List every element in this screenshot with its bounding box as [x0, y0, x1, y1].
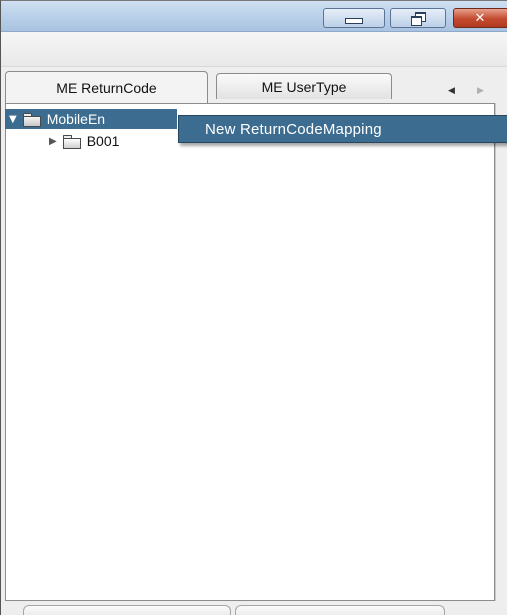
folder-open-icon: [22, 113, 41, 127]
menu-item-new-returncodemapping[interactable]: New ReturnCodeMapping: [179, 121, 382, 138]
tree-node-b001[interactable]: ▶ B001: [49, 131, 189, 151]
title-bar[interactable]: ✕: [1, 1, 507, 32]
minimize-icon: [345, 18, 363, 24]
tab-me-returncode[interactable]: ME ReturnCode: [5, 71, 208, 103]
context-menu: New ReturnCodeMapping: [178, 115, 507, 143]
close-icon: ✕: [474, 10, 486, 26]
tree-node-root[interactable]: ▼ MobileEn: [5, 109, 177, 129]
close-button[interactable]: ✕: [453, 8, 507, 28]
tab-label: ME ReturnCode: [56, 79, 157, 96]
tab-scroll-left-icon[interactable]: ◀: [448, 85, 455, 96]
restore-icon: [410, 12, 426, 26]
tab-me-usertype[interactable]: ME UserType: [216, 73, 392, 99]
tree-node-label: MobileEn: [46, 111, 106, 127]
tree-panel: [5, 103, 495, 601]
toolbar: [1, 32, 507, 67]
expand-arrow-icon[interactable]: ▶: [49, 136, 57, 147]
bottom-tab-2[interactable]: [235, 605, 445, 615]
tab-scroll-right-icon[interactable]: ▶: [477, 85, 484, 96]
bottom-tab-strip: [1, 601, 507, 615]
collapse-arrow-icon[interactable]: ▼: [9, 114, 17, 125]
minimize-button[interactable]: [323, 8, 385, 28]
app-window: ✕ ME ReturnCode ME UserType ◀ ▶ ▼ Mobile…: [0, 0, 507, 615]
bottom-tab-1[interactable]: [23, 605, 231, 615]
tab-bar: ME ReturnCode ME UserType ◀ ▶: [1, 67, 507, 103]
side-gutter: [495, 103, 507, 601]
restore-button[interactable]: [390, 8, 446, 28]
tab-label: ME UserType: [261, 78, 347, 95]
tree-node-label: B001: [86, 133, 120, 149]
folder-icon: [62, 135, 81, 149]
